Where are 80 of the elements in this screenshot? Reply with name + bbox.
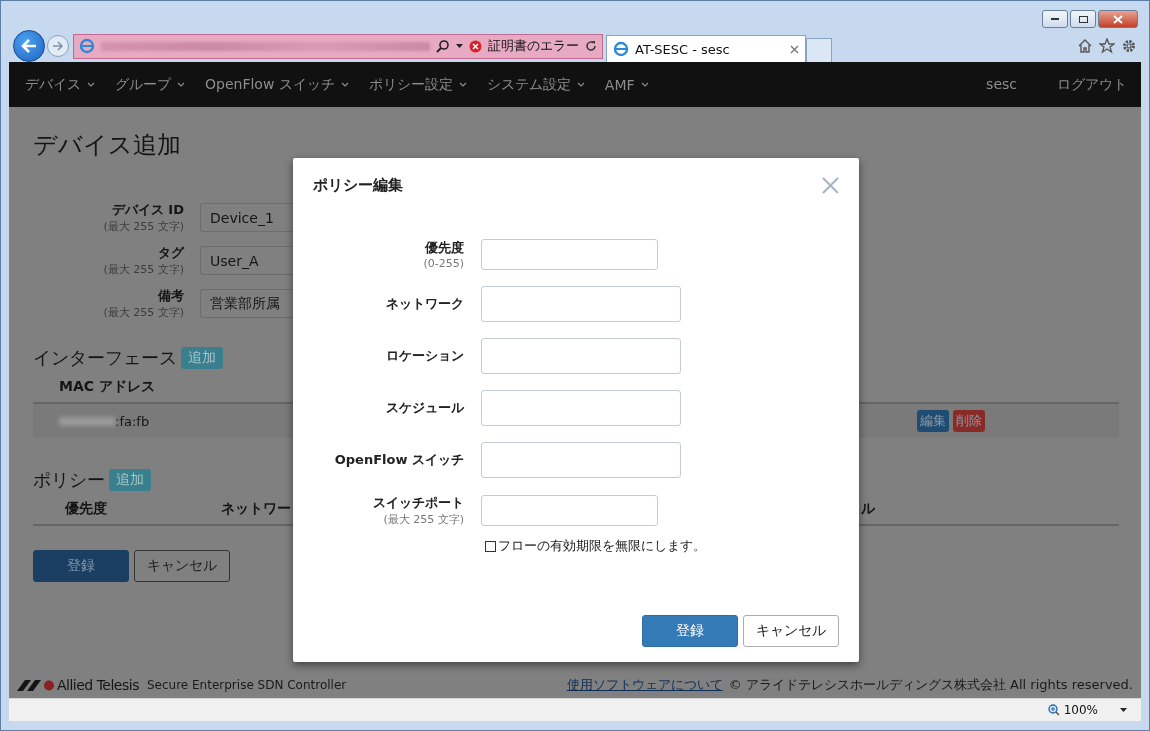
column-header: MAC アドレス: [59, 378, 155, 396]
caret-icon: [640, 82, 649, 87]
column-header: ル: [861, 500, 875, 518]
cancel-button[interactable]: キャンセル: [743, 615, 839, 647]
table-cell: :fa:fb: [115, 413, 150, 429]
column-header: ネットワー: [221, 500, 291, 518]
nav-menu[interactable]: システム設定: [476, 75, 595, 94]
caret-icon: [177, 82, 185, 87]
field-hint: (0-255): [423, 257, 464, 270]
redacted-text: [59, 416, 115, 426]
field-label: 優先度: [425, 239, 464, 257]
text-field[interactable]: [481, 286, 681, 322]
nav-menu[interactable]: AMF: [594, 76, 659, 93]
logo-icon: [17, 679, 57, 691]
dropdown-caret-icon[interactable]: [1120, 708, 1127, 712]
field-label: タグ: [158, 244, 184, 262]
caret-icon: [87, 82, 95, 87]
field-label: ロケーション: [386, 347, 464, 365]
checkbox[interactable]: [485, 540, 496, 552]
field-label: OpenFlow スイッチ: [334, 451, 464, 469]
maximize-icon: [1078, 15, 1088, 23]
text-field[interactable]: [481, 239, 658, 270]
field-hint: (最大 255 文字): [103, 262, 184, 277]
product-name: Secure Enterprise SDN Controller: [146, 678, 347, 692]
section-title: ポリシー: [33, 468, 105, 492]
error-icon[interactable]: [469, 39, 482, 53]
field-label: スイッチポート: [373, 494, 464, 512]
back-button[interactable]: [13, 30, 45, 62]
zoom-icon[interactable]: [1047, 704, 1060, 716]
field-hint: (最大 255 文字): [103, 219, 184, 234]
home-icon[interactable]: [1077, 38, 1093, 54]
text-field[interactable]: [481, 495, 658, 526]
settings-icon[interactable]: [1121, 38, 1137, 54]
zoom-level[interactable]: 100%: [1063, 703, 1098, 717]
caret-icon: [340, 82, 349, 87]
edit-button[interactable]: 編集: [917, 410, 949, 432]
field-hint: (最大 255 文字): [383, 512, 464, 527]
nav-menu[interactable]: ポリシー設定: [358, 75, 477, 94]
copyright: © アライドテレシスホールディングス株式会社 All rights reserved.: [728, 676, 1133, 694]
browser-tab[interactable]: AT-SESC - sesc: [606, 35, 806, 62]
nav-menu[interactable]: OpenFlow スイッチ: [195, 75, 359, 94]
text-field[interactable]: [481, 442, 681, 478]
text-field[interactable]: [481, 338, 681, 374]
column-header: 優先度: [65, 500, 107, 518]
field-label: 備考: [158, 287, 184, 305]
text-field[interactable]: [481, 390, 681, 426]
close-icon[interactable]: [790, 44, 799, 54]
address-bar[interactable]: 証明書のエラー: [73, 33, 603, 59]
star-icon[interactable]: [1099, 38, 1115, 54]
field-hint: (最大 255 文字): [103, 305, 184, 320]
register-button[interactable]: 登録: [642, 615, 738, 647]
delete-button[interactable]: 削除: [953, 410, 985, 432]
cancel-button[interactable]: キャンセル: [134, 550, 230, 582]
search-icon[interactable]: [436, 39, 450, 53]
minimize-button[interactable]: [1042, 10, 1068, 28]
caret-icon: [458, 82, 467, 87]
logout-link[interactable]: ログアウト: [1057, 75, 1127, 94]
field-label: スケジュール: [386, 399, 464, 417]
arrow-left-icon: [21, 39, 37, 53]
close-icon: [1113, 14, 1123, 24]
nav-menu[interactable]: グループ: [105, 75, 195, 94]
dialog-title: ポリシー編集: [313, 176, 403, 195]
dropdown-caret-icon[interactable]: [456, 44, 463, 48]
register-button[interactable]: 登録: [33, 550, 129, 582]
checkbox-label[interactable]: フローの有効期限を無限にします。: [498, 537, 706, 555]
minimize-icon: [1051, 17, 1059, 21]
field-label: デバイス ID: [111, 201, 184, 219]
refresh-icon[interactable]: [585, 40, 597, 52]
nav-menu[interactable]: デバイス: [15, 75, 105, 94]
software-link[interactable]: 使用ソフトウェアについて: [566, 676, 723, 694]
logo-text: Allied Telesis: [57, 677, 139, 693]
field-label: ネットワーク: [386, 295, 464, 313]
maximize-button[interactable]: [1070, 10, 1096, 28]
user-name[interactable]: sesc: [986, 75, 1017, 94]
close-button[interactable]: [1098, 10, 1138, 28]
arrow-right-icon: [52, 41, 64, 51]
section-title: インターフェース: [33, 346, 177, 370]
certificate-error[interactable]: 証明書のエラー: [488, 37, 579, 55]
page-title: デバイス追加: [33, 130, 182, 161]
caret-icon: [576, 82, 585, 87]
